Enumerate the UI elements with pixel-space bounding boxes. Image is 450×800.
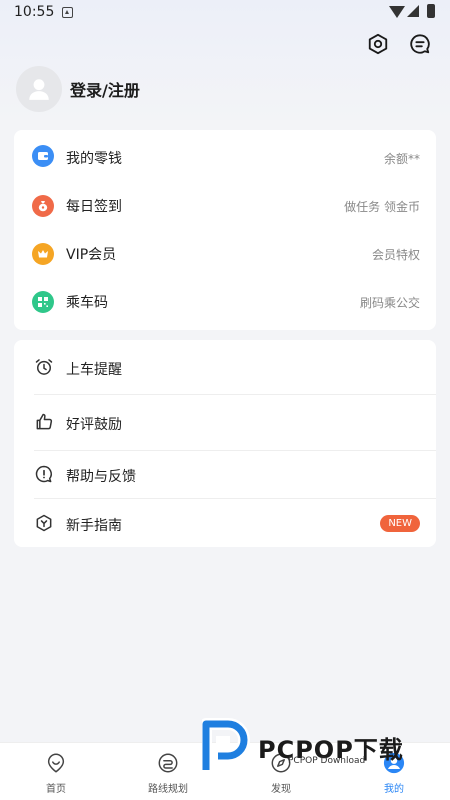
- crown-icon: [32, 243, 54, 265]
- wifi-icon: [389, 6, 405, 18]
- message-button[interactable]: [408, 32, 432, 56]
- new-badge: NEW: [380, 515, 420, 532]
- signal-icon: [407, 5, 419, 17]
- settings-button[interactable]: [366, 32, 390, 56]
- row-daily-checkin[interactable]: 每日签到 做任务 领金币: [14, 182, 436, 230]
- route-icon: [156, 751, 180, 775]
- nav-label: 发现: [271, 784, 291, 795]
- row-label: VIP会员: [66, 247, 117, 263]
- row-help-feedback[interactable]: 帮助与反馈: [14, 451, 436, 498]
- thumbs-up-icon: [34, 412, 54, 432]
- row-boarding-reminder[interactable]: 上车提醒: [14, 340, 436, 394]
- row-label: 每日签到: [66, 199, 122, 215]
- notification-icon: [62, 7, 73, 18]
- row-label: 乘车码: [66, 295, 108, 311]
- services-card: 上车提醒 好评鼓励 帮助与反馈 新手指南 NEW: [14, 340, 436, 547]
- user-avatar-icon: [29, 79, 49, 100]
- home-map-pin-icon: [44, 751, 68, 775]
- row-label: 上车提醒: [66, 362, 122, 378]
- row-label: 帮助与反馈: [66, 469, 136, 485]
- wallet-card: 我的零钱 余额** 每日签到 做任务 领金币 VIP会员 会员特权 乘车码 刷码…: [14, 130, 436, 330]
- status-bar: 10:55: [0, 0, 450, 26]
- profile-login[interactable]: 登录/注册: [16, 66, 140, 112]
- nav-label: 首页: [46, 784, 66, 795]
- chat-message-icon: [410, 34, 430, 54]
- exclamation-circle-icon: [34, 464, 54, 484]
- row-value: 会员特权: [371, 248, 420, 262]
- watermark-sub: PCPOP Download: [288, 756, 366, 766]
- row-value: 余额**: [383, 152, 420, 166]
- pcpop-logo-icon: [202, 718, 250, 770]
- row-label: 好评鼓励: [66, 417, 122, 433]
- hexagon-settings-icon: [368, 33, 388, 55]
- status-time: 10:55: [14, 4, 55, 20]
- guide-hexagon-icon: [34, 513, 54, 533]
- watermark: PCPOP下载 PCPOP Download: [202, 716, 442, 774]
- nav-home[interactable]: 首页: [26, 751, 86, 795]
- battery-icon: [427, 4, 435, 18]
- alarm-clock-icon: [34, 357, 54, 377]
- avatar[interactable]: [16, 66, 62, 112]
- row-rate-us[interactable]: 好评鼓励: [14, 395, 436, 450]
- nav-label: 我的: [384, 784, 404, 795]
- login-register-label[interactable]: 登录/注册: [70, 77, 140, 101]
- nav-route-planning[interactable]: 路线规划: [138, 751, 198, 795]
- row-label: 我的零钱: [66, 151, 122, 167]
- row-label: 新手指南: [66, 518, 122, 534]
- row-vip[interactable]: VIP会员 会员特权: [14, 230, 436, 278]
- qr-code-icon: [32, 291, 54, 313]
- money-bag-icon: [32, 195, 54, 217]
- nav-label: 路线规划: [148, 784, 188, 795]
- wallet-icon: [32, 145, 54, 167]
- row-beginner-guide[interactable]: 新手指南 NEW: [14, 499, 436, 547]
- row-ride-code[interactable]: 乘车码 刷码乘公交: [14, 278, 436, 326]
- row-my-change[interactable]: 我的零钱 余额**: [14, 130, 436, 182]
- row-value: 刷码乘公交: [359, 296, 420, 310]
- row-value: 做任务 领金币: [344, 200, 420, 214]
